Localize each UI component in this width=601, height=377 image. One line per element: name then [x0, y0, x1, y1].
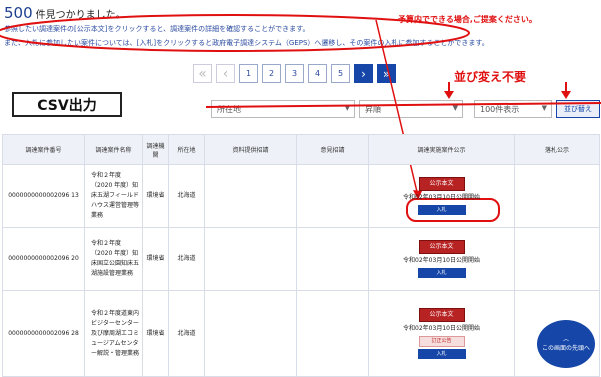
notice-button[interactable]: 公示本文 — [418, 308, 465, 322]
table-row: 0000000000002096 28 令和２年度道東内ビジターセンター及び摩周… — [2, 290, 600, 377]
case-location: 北海道 — [168, 164, 205, 228]
award-cell — [514, 164, 600, 228]
chevron-up-icon: ︿ — [562, 336, 569, 343]
col-header: 調達案件番号 — [2, 134, 85, 165]
case-location: 北海道 — [168, 290, 205, 377]
case-org: 環境省 — [142, 290, 169, 377]
opinion-cell — [296, 164, 369, 228]
notice-button[interactable]: 公示本文 — [418, 240, 465, 254]
col-header: 所在地 — [168, 134, 205, 165]
release-date: 令和02年03月10日公開開始 — [403, 194, 480, 201]
table-header-row: 調達案件番号 調達案件名称 調達機関 所在地 資料提供招請 意見招請 調達実施案… — [2, 134, 600, 165]
col-header: 資料提供招請 — [204, 134, 297, 165]
correction-button[interactable]: 訂正公告 — [418, 336, 465, 347]
col-header: 調達機関 — [142, 134, 169, 165]
table-row: 0000000000002096 13 令和２年度（2020 年度）知床五湖フィ… — [2, 164, 600, 228]
back-to-top-label: この画面の先頭へ — [541, 345, 590, 352]
back-to-top-button[interactable]: ︿ この画面の先頭へ — [537, 320, 595, 368]
material-cell — [204, 227, 297, 291]
strike-line — [205, 102, 601, 108]
award-cell — [514, 227, 600, 291]
case-id: 0000000000002096 20 — [2, 227, 85, 291]
notice-cell: 公示本文 令和02年03月10日公開開始 訂正公告 入札 — [368, 290, 515, 377]
material-cell — [204, 290, 297, 377]
case-name: 令和２年度（2020 年度）知床五湖フィールドハウス運営管理等業務 — [84, 164, 143, 228]
budget-annotation: 予算内でできる場合,ご提案ください。 — [398, 15, 537, 24]
no-sort-annotation: 並び変え不要 — [454, 70, 527, 84]
case-id: 0000000000002096 28 — [2, 290, 85, 377]
annotation-arrow-head — [444, 91, 454, 99]
case-name: 令和２年度（2020 年度）知床国立公園知床五湖施設管理業務 — [84, 227, 143, 291]
notice-cell: 公示本文 令和02年03月10日公開開始 入札 — [368, 164, 515, 228]
release-date: 令和02年03月10日公開開始 — [403, 325, 480, 332]
opinion-cell — [296, 227, 369, 291]
case-location: 北海道 — [168, 227, 205, 291]
notice-cell: 公示本文 令和02年03月10日公開開始 入札 — [368, 227, 515, 291]
notice-button[interactable]: 公示本文 — [418, 177, 465, 191]
col-header: 意見招請 — [296, 134, 369, 165]
case-org: 環境省 — [142, 164, 169, 228]
case-org: 環境省 — [142, 227, 169, 291]
col-header: 落札公示 — [514, 134, 600, 165]
col-header: 調達案件名称 — [84, 134, 143, 165]
col-header: 調達実施案件公示 — [368, 134, 515, 165]
bid-button[interactable]: 入札 — [417, 268, 466, 278]
bid-button[interactable]: 入札 — [417, 349, 466, 359]
opinion-cell — [296, 290, 369, 377]
material-cell — [204, 164, 297, 228]
annotation-arrow-head — [561, 91, 571, 99]
bid-button[interactable]: 入札 — [417, 205, 466, 215]
case-id: 0000000000002096 13 — [2, 164, 85, 228]
case-name: 令和２年度道東内ビジターセンター及び摩周湖エコミュージアムセンター解説・管理業務 — [84, 290, 143, 377]
table-row: 0000000000002096 20 令和２年度（2020 年度）知床国立公園… — [2, 227, 600, 291]
release-date: 令和02年03月10日公開開始 — [403, 257, 480, 264]
results-table: 調達案件番号 調達案件名称 調達機関 所在地 資料提供招請 意見招請 調達実施案… — [2, 134, 600, 377]
